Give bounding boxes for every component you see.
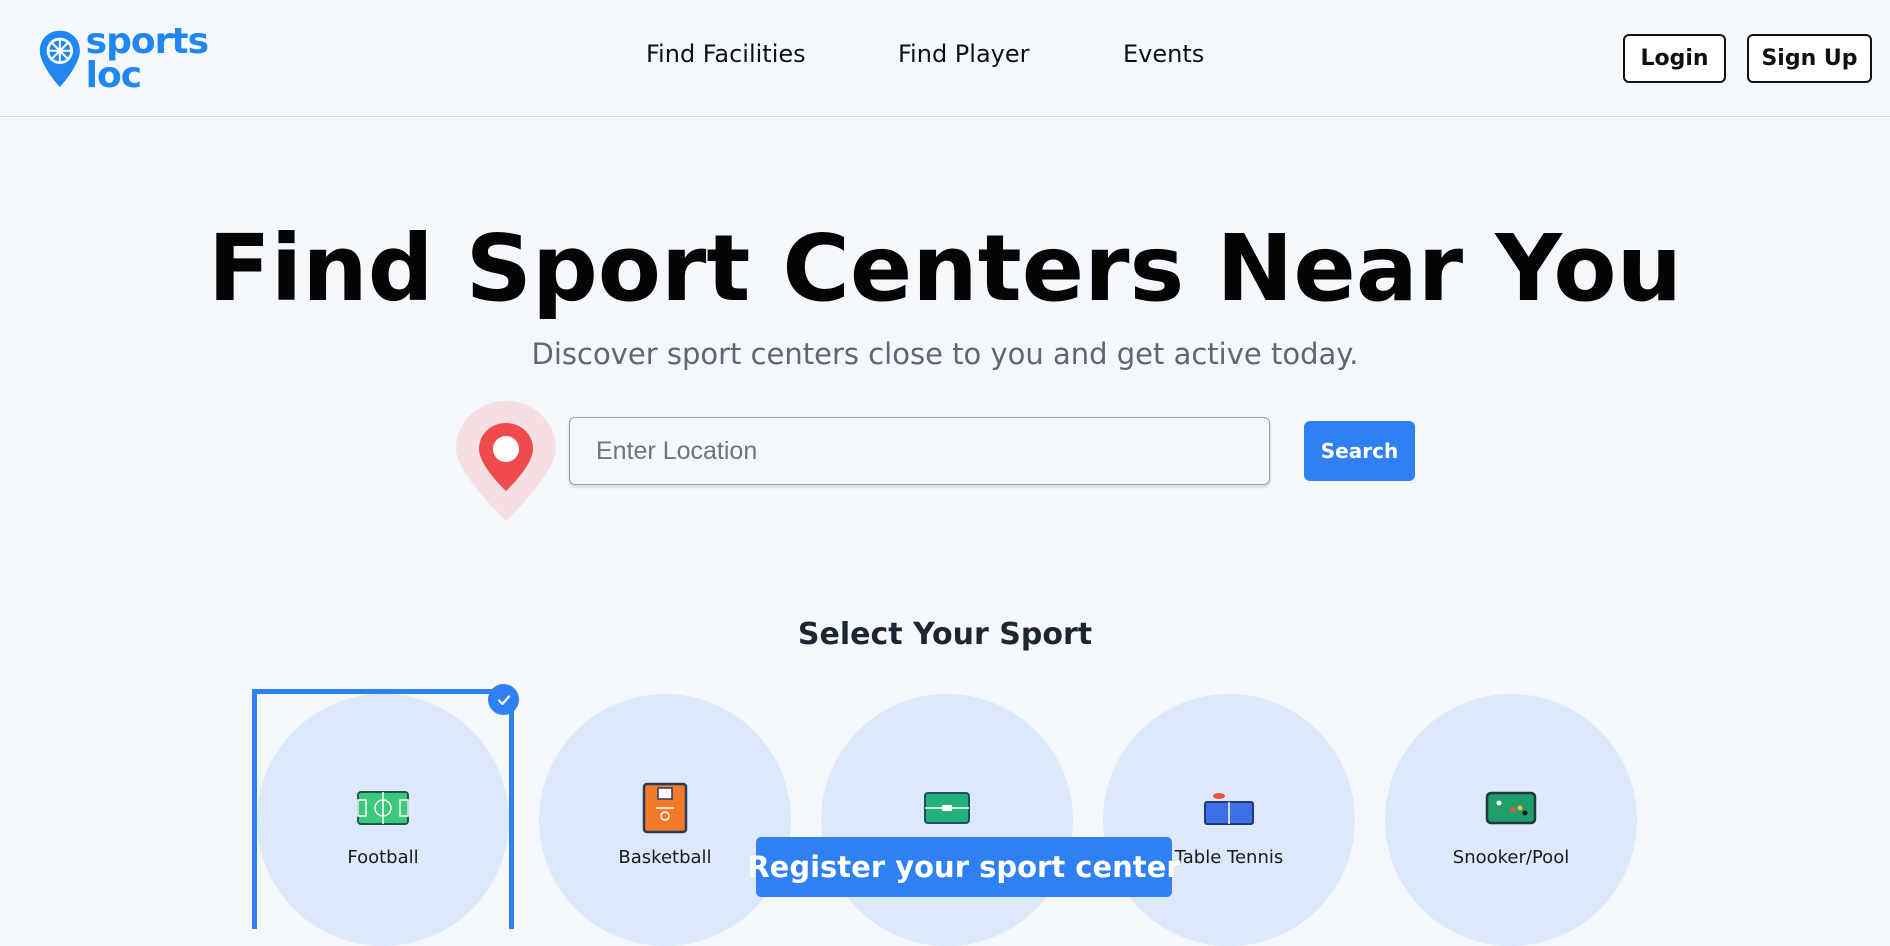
search-button[interactable]: Search [1304, 421, 1415, 481]
sport-card-football[interactable]: Football [257, 694, 509, 946]
site-header: sports loc Find Facilities Find Player E… [0, 0, 1890, 117]
nav-events[interactable]: Events [1123, 40, 1204, 68]
logo-line-1: sports [85, 21, 209, 62]
sport-label: Snooker/Pool [1452, 847, 1570, 868]
basketball-court-icon [637, 780, 693, 836]
register-sport-center-button[interactable]: Register your sport center [747, 837, 1181, 897]
logo-line-2: loc [85, 55, 142, 96]
login-button[interactable]: Login [1623, 34, 1726, 83]
logo-pin-icon [39, 30, 80, 88]
pool-table-icon [1483, 780, 1539, 836]
page-title: Find Sport Centers Near You [207, 215, 1683, 322]
location-pin-icon [456, 401, 556, 521]
table-tennis-icon [1201, 780, 1257, 836]
sport-card-table-tennis[interactable]: Table Tennis [1103, 694, 1355, 946]
futsal-court-icon [919, 780, 975, 836]
sportsloc-logo[interactable]: sports loc [38, 21, 209, 96]
sport-label: Football [347, 847, 419, 868]
nav-find-player[interactable]: Find Player [898, 40, 1029, 68]
logo-wordmark: sports loc [85, 21, 209, 96]
location-search-input[interactable] [569, 417, 1270, 485]
page-subtitle: Discover sport centers close to you and … [531, 337, 1359, 371]
signup-button[interactable]: Sign Up [1747, 34, 1872, 83]
sport-card-snooker-pool[interactable]: Snooker/Pool [1385, 694, 1637, 946]
sport-card-basketball[interactable]: Basketball [539, 694, 791, 946]
check-icon [488, 684, 519, 715]
sport-card-futsal[interactable] [821, 694, 1073, 946]
football-field-icon [355, 780, 411, 836]
select-sport-heading: Select Your Sport [797, 617, 1093, 652]
nav-find-facilities[interactable]: Find Facilities [646, 40, 806, 68]
